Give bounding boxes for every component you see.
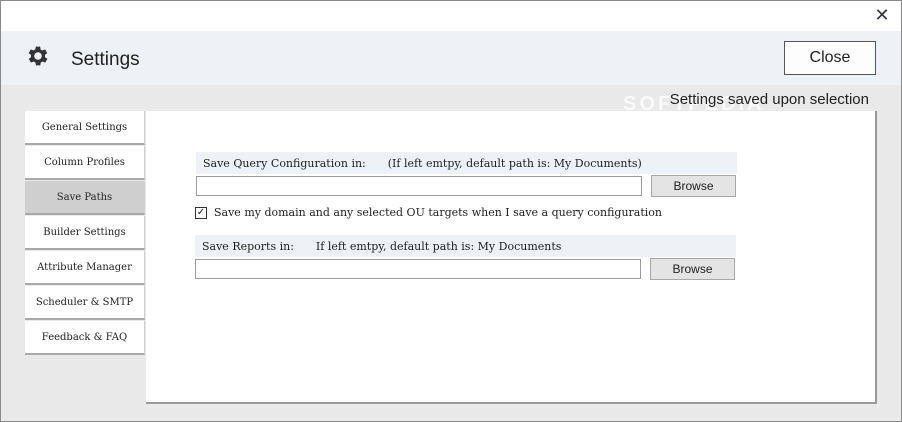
sidebar-item-column-profiles[interactable]: Column Profiles (25, 146, 145, 180)
save-domain-checkbox[interactable]: ✓ (195, 206, 207, 219)
sidebar: General Settings Column Profiles Save Pa… (25, 111, 145, 356)
sidebar-item-feedback-faq[interactable]: Feedback & FAQ (25, 321, 145, 355)
reports-path-hint: If left emtpy, default path is: My Docum… (315, 239, 562, 253)
save-domain-option[interactable]: ✓ Save my domain and any selected OU tar… (195, 206, 662, 219)
status-text: Settings saved upon selection (669, 91, 869, 108)
reports-section-header: Save Reports in: If left emtpy, default … (195, 235, 736, 257)
query-path-hint: (If left emtpy, default path is: My Docu… (387, 156, 642, 170)
checkmark-icon: ✓ (196, 206, 206, 218)
sidebar-item-builder-settings[interactable]: Builder Settings (25, 216, 145, 250)
query-browse-button[interactable]: Browse (651, 175, 736, 197)
sidebar-item-scheduler-smtp[interactable]: Scheduler & SMTP (25, 286, 145, 320)
save-domain-label: Save my domain and any selected OU targe… (214, 206, 662, 219)
reports-path-label: Save Reports in: (202, 239, 294, 253)
reports-path-input[interactable] (195, 259, 641, 279)
header: Settings Close (1, 31, 901, 85)
sidebar-item-general-settings[interactable]: General Settings (25, 111, 145, 145)
page-title: Settings (71, 49, 140, 70)
query-section-header: Save Query Configuration in: (If left em… (196, 152, 737, 174)
title-bar: ✕ (1, 1, 901, 31)
sidebar-item-save-paths[interactable]: Save Paths (25, 181, 145, 215)
settings-window: ✕ Settings Close SOFTPEDIA Settings save… (0, 0, 902, 422)
sidebar-item-attribute-manager[interactable]: Attribute Manager (25, 251, 145, 285)
query-path-input[interactable] (196, 176, 642, 196)
query-path-label: Save Query Configuration in: (203, 156, 366, 170)
close-button[interactable]: Close (784, 41, 876, 75)
window-close-icon[interactable]: ✕ (871, 5, 893, 27)
gear-icon (28, 46, 48, 66)
reports-browse-button[interactable]: Browse (650, 258, 735, 280)
